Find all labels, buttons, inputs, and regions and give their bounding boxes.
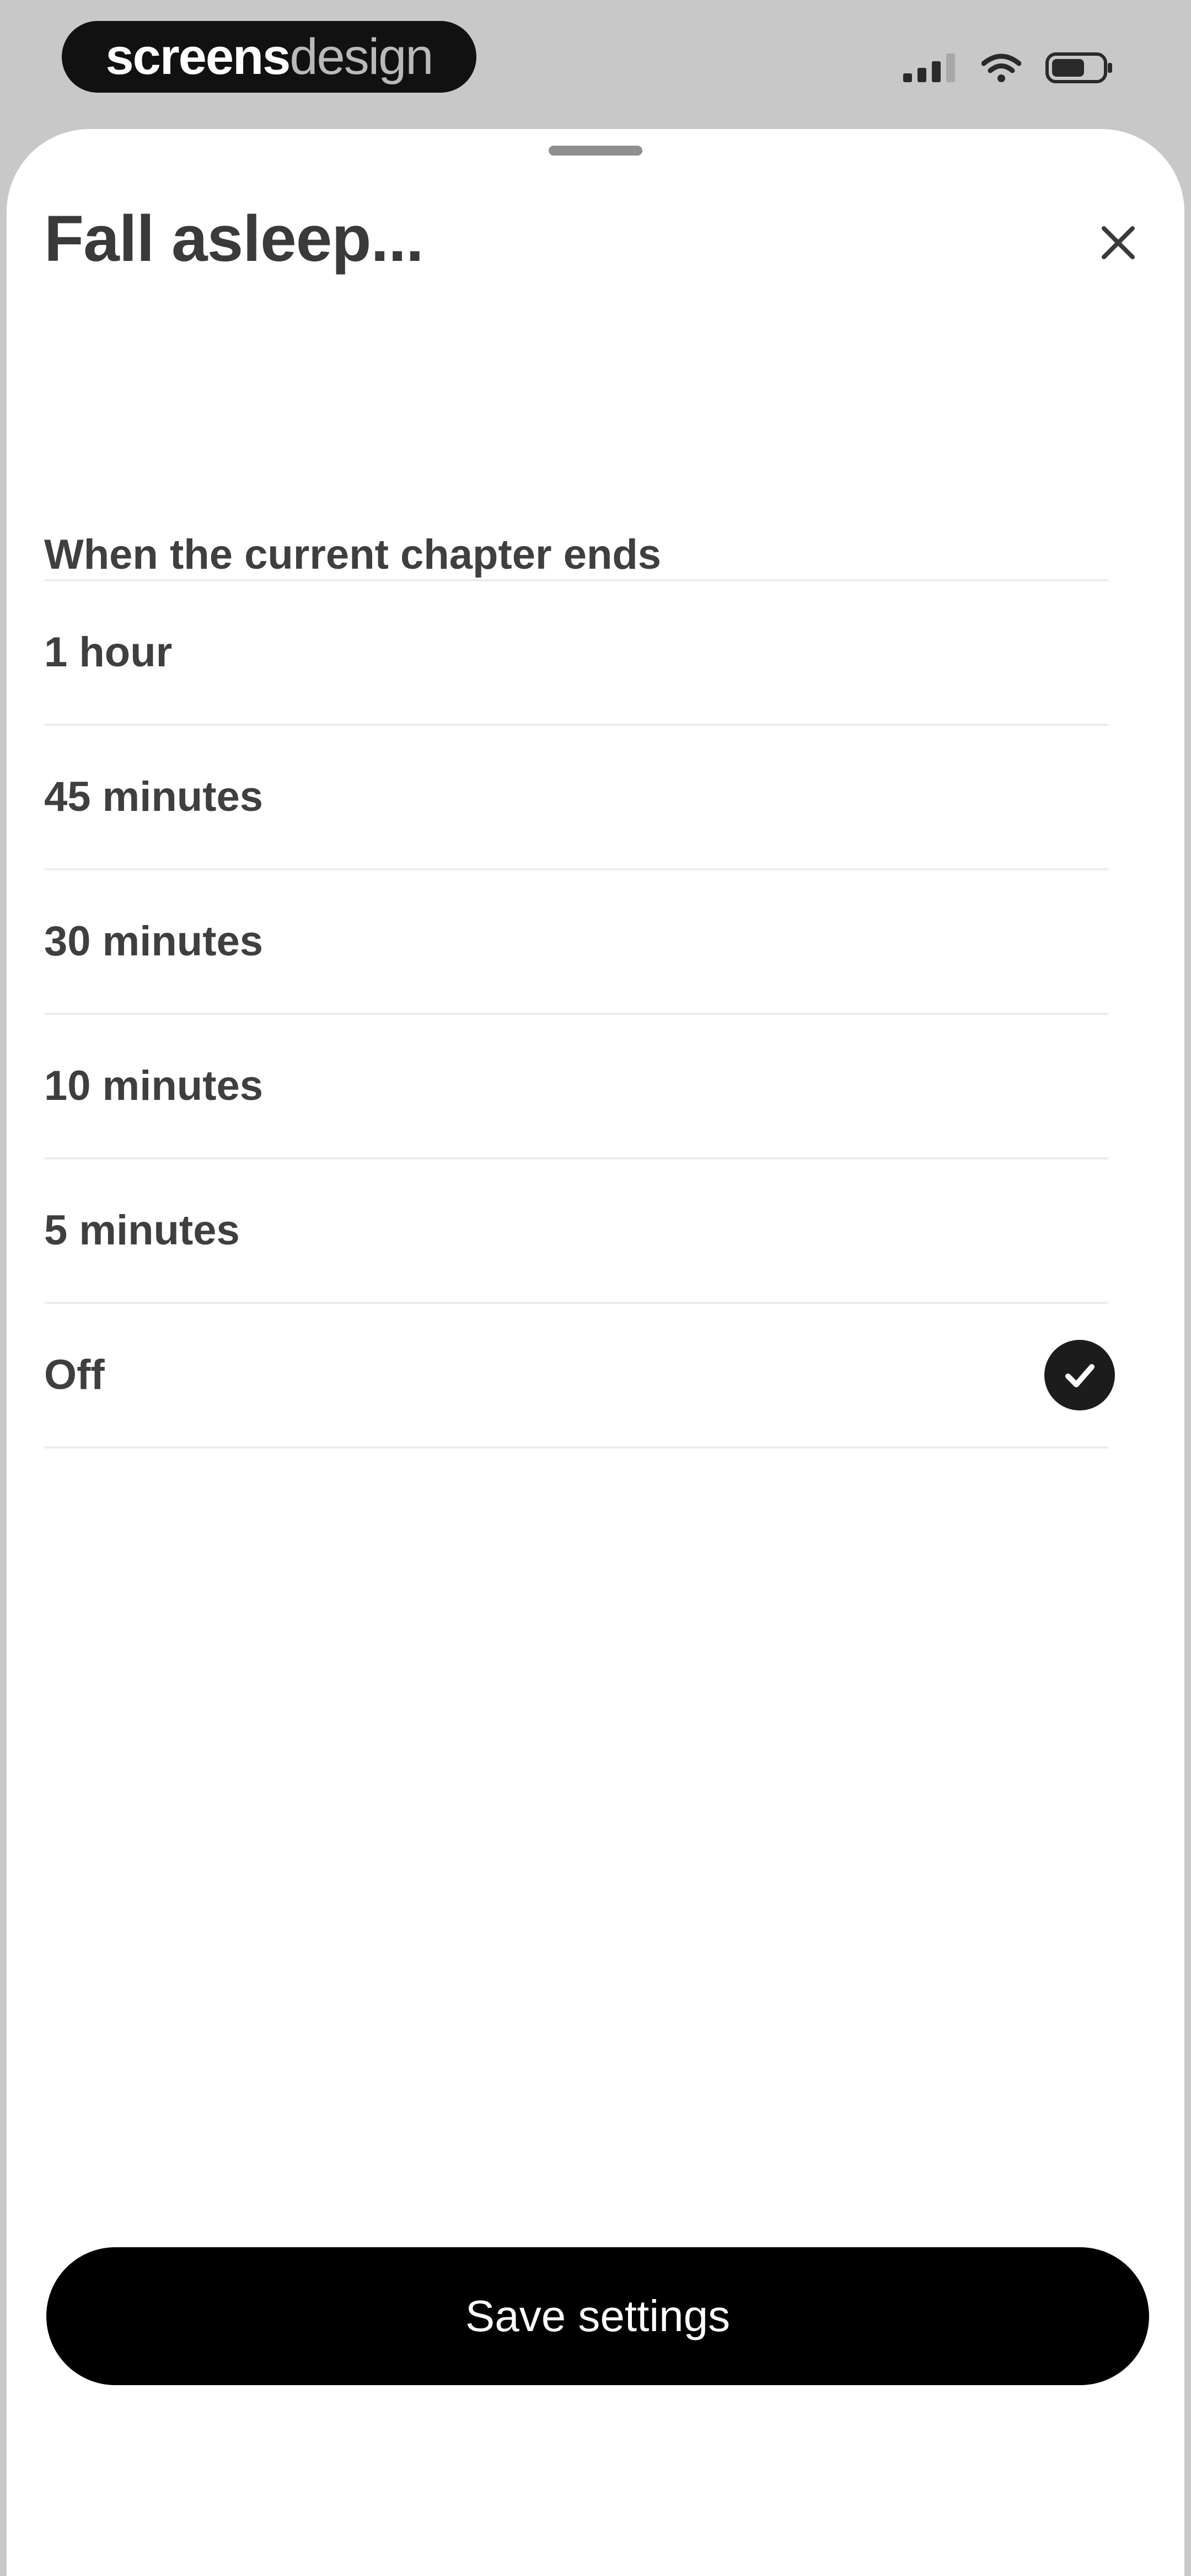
- option-label: 1 hour: [44, 629, 173, 676]
- status-bar: screensdesign: [0, 0, 1191, 127]
- brand-wordmark-bold: screens: [105, 29, 291, 85]
- brand-wordmark: screensdesign: [105, 29, 434, 85]
- sheet-title: Fall asleep...: [44, 202, 424, 275]
- close-button[interactable]: [1091, 215, 1146, 270]
- option-30-minutes[interactable]: 30 minutes: [44, 870, 1108, 1015]
- option-off[interactable]: Off: [44, 1304, 1115, 1449]
- sleep-timer-options: When the current chapter ends 1 hour 45 …: [44, 409, 1115, 1449]
- brand-logo: screensdesign: [62, 21, 476, 93]
- status-icons: [902, 49, 1114, 87]
- option-chapter-end[interactable]: When the current chapter ends: [44, 409, 1108, 581]
- option-label: 5 minutes: [44, 1207, 240, 1254]
- battery-icon: [1045, 51, 1114, 84]
- cellular-signal-icon: [902, 52, 957, 83]
- brand-wordmark-light: design: [289, 29, 433, 85]
- option-10-minutes[interactable]: 10 minutes: [44, 1015, 1108, 1159]
- save-settings-button[interactable]: Save settings: [46, 2247, 1149, 2385]
- sleep-timer-sheet: Fall asleep... When the current chapter …: [7, 129, 1184, 2576]
- option-label: Off: [44, 1351, 105, 1398]
- wifi-icon: [981, 52, 1021, 83]
- close-icon: [1102, 226, 1135, 259]
- option-45-minutes[interactable]: 45 minutes: [44, 726, 1108, 870]
- checkmark-circle-icon: [1044, 1340, 1115, 1410]
- sheet-grabber[interactable]: [549, 146, 642, 156]
- option-1-hour[interactable]: 1 hour: [44, 581, 1108, 726]
- option-label: 45 minutes: [44, 773, 264, 820]
- option-5-minutes[interactable]: 5 minutes: [44, 1159, 1108, 1304]
- option-label: 10 minutes: [44, 1062, 264, 1109]
- option-label: When the current chapter ends: [44, 531, 662, 578]
- option-label: 30 minutes: [44, 918, 264, 965]
